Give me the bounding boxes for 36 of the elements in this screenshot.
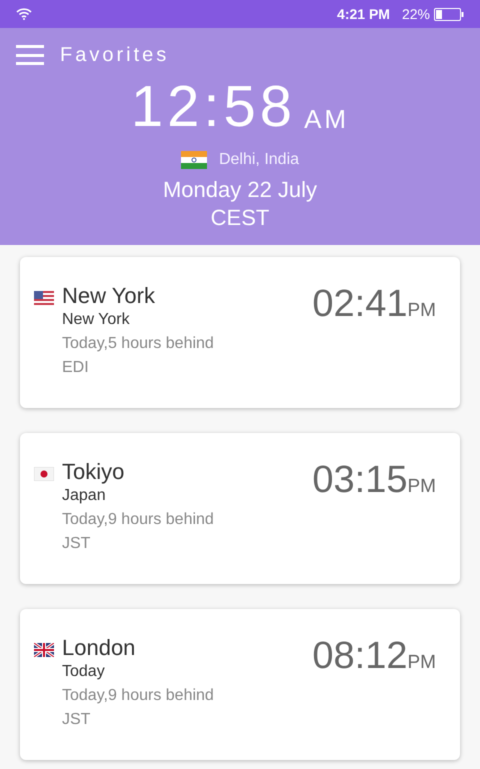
location-label: Delhi, India <box>218 150 300 170</box>
time-offset: Today,9 hours behind <box>62 686 215 706</box>
city-region: New York <box>62 310 131 330</box>
city-card[interactable]: New York New York Today,5 hours behind EDI 02:41PM <box>20 257 460 408</box>
city-name: London <box>62 635 136 661</box>
city-time: 08:12 <box>312 637 408 675</box>
city-card[interactable]: Tokiyo Japan Today,9 hours behind JST 03:15PM <box>20 433 460 584</box>
flag-icon <box>34 643 54 657</box>
city-card[interactable]: London Today Today,9 hours behind JST 08:12PM <box>20 609 460 760</box>
page-title: Favorites <box>60 43 170 68</box>
city-meridiem: PM <box>408 477 436 496</box>
battery-icon <box>434 8 464 20</box>
city-meridiem: PM <box>408 653 436 672</box>
flag-icon <box>34 467 54 481</box>
flag-icon <box>180 151 207 169</box>
timezone-label: CEST <box>210 204 270 231</box>
city-meridiem: PM <box>408 301 436 320</box>
city-region: Japan <box>62 486 107 506</box>
timezone-code: JST <box>62 534 92 554</box>
time-offset: Today,9 hours behind <box>62 510 215 530</box>
timezone-code: EDI <box>62 358 90 378</box>
city-name: Tokiyo <box>62 459 126 485</box>
main-meridiem: AM <box>304 106 350 132</box>
city-time: 03:15 <box>312 461 408 499</box>
menu-icon[interactable] <box>16 45 44 65</box>
time-offset: Today,5 hours behind <box>62 334 215 354</box>
city-name: New York <box>62 283 156 309</box>
battery-percentage: 22% <box>402 4 430 24</box>
city-time: 02:41 <box>312 285 408 323</box>
status-time: 4:21 PM <box>337 4 390 24</box>
wifi-icon <box>16 8 32 20</box>
city-region: Today <box>62 662 106 682</box>
date-label: Monday 22 July <box>162 176 318 204</box>
main-clock: 12:58 <box>130 78 296 136</box>
flag-icon <box>34 291 54 305</box>
timezone-code: JST <box>62 710 92 730</box>
